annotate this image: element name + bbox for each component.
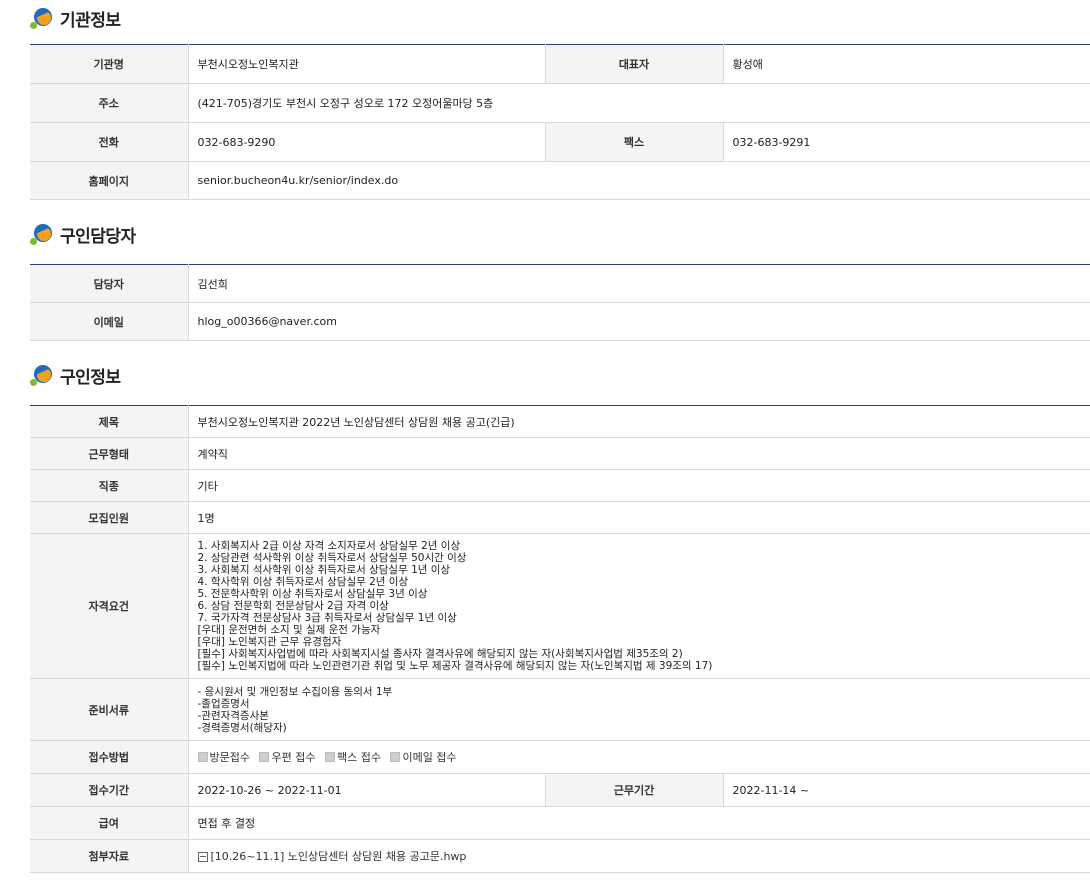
section-logo-icon bbox=[30, 222, 54, 246]
table-row: 준비서류 - 응시원서 및 개인정보 수집이용 동의서 1부 -졸업증명서 -관… bbox=[30, 678, 1090, 741]
requirement-item: 7. 국가자격 전문상담사 3급 취득자로서 상담실무 1년 이상 bbox=[197, 612, 457, 624]
docs-label: 준비서류 bbox=[30, 678, 189, 741]
table-row: 이메일 hlog_o00366@naver.com bbox=[30, 302, 1090, 341]
table-row: 담당자 김선희 bbox=[30, 264, 1090, 303]
section-logo-icon bbox=[30, 363, 54, 387]
org-info-table: 기관명 부천시오정노인복지관 대표자 황성애 주소 (421-705)경기도 부… bbox=[30, 44, 1090, 200]
rep-label: 대표자 bbox=[544, 44, 724, 84]
contact-info-table: 담당자 김선희 이메일 hlog_o00366@naver.com bbox=[30, 264, 1090, 341]
contact-person-label: 담당자 bbox=[30, 264, 189, 303]
table-row: 급여 면접 후 결정 bbox=[30, 806, 1090, 840]
file-icon bbox=[197, 852, 208, 862]
count-value: 1명 bbox=[188, 501, 1090, 534]
requirement-item: 2. 상담관련 석사학위 이상 취득자로서 상담실무 50시간 이상 bbox=[197, 552, 467, 564]
table-row: 홈페이지 senior.bucheon4u.kr/senior/index.do bbox=[30, 161, 1090, 200]
requirement-item: 4. 학사학위 이상 취득자로서 상담실무 2년 이상 bbox=[197, 576, 409, 588]
section-logo-icon bbox=[30, 6, 54, 30]
method-options: 방문접수 우편 접수 팩스 접수 이메일 접수 bbox=[188, 740, 1090, 774]
address-label: 주소 bbox=[30, 83, 189, 123]
attachment-label: 첨부자료 bbox=[30, 839, 189, 873]
salary-value: 면접 후 결정 bbox=[188, 806, 1090, 840]
attachment-link[interactable]: [10.26~11.1] 노인상담센터 상담원 채용 공고문.hwp bbox=[211, 850, 467, 863]
table-row: 근무형태 계약직 bbox=[30, 437, 1090, 470]
attachment-cell: [10.26~11.1] 노인상담센터 상담원 채용 공고문.hwp bbox=[188, 839, 1090, 873]
category-label: 직종 bbox=[30, 469, 189, 502]
subject-label: 제목 bbox=[30, 405, 189, 438]
count-label: 모집인원 bbox=[30, 501, 189, 534]
phone-label: 전화 bbox=[30, 122, 189, 162]
checkbox-icon bbox=[324, 752, 335, 762]
worktype-label: 근무형태 bbox=[30, 437, 189, 470]
doc-item: -졸업증명서 bbox=[197, 697, 250, 710]
section-header-job: 구인정보 bbox=[30, 357, 1090, 393]
subject-value: 부천시오정노인복지관 2022년 노인상담센터 상담원 채용 공고(긴급) bbox=[188, 405, 1090, 438]
doc-item: -관련자격증사본 bbox=[197, 709, 269, 722]
table-row: 모집인원 1명 bbox=[30, 501, 1090, 534]
doc-item: -경력증명서(해당자) bbox=[197, 721, 287, 734]
requirements-label: 자격요건 bbox=[30, 533, 189, 679]
requirement-item: [필수] 노인복지법에 따라 노인관련기관 취업 및 노무 제공자 결격사유에 … bbox=[197, 660, 713, 672]
worktype-value: 계약직 bbox=[188, 437, 1090, 470]
checkbox-icon bbox=[390, 752, 401, 762]
requirement-item: 5. 전문학사학위 이상 취득자로서 상담실무 3년 이상 bbox=[197, 588, 428, 600]
requirement-item: [우대] 운전면허 소지 및 실제 운전 가능자 bbox=[197, 624, 381, 636]
requirement-item: 3. 사회복지 석사학위 이상 취득자로서 상담실무 1년 이상 bbox=[197, 564, 451, 576]
method-fax: 팩스 접수 bbox=[324, 749, 381, 765]
table-row: 자격요건 1. 사회복지사 2급 이상 자격 소지자로서 상담실무 2년 이상 … bbox=[30, 533, 1090, 679]
checkbox-icon bbox=[197, 752, 208, 762]
method-label: 접수방법 bbox=[30, 740, 189, 774]
requirement-item: [필수] 사회복지사업법에 따라 사회복지시설 종사자 결격사유에 해당되지 않… bbox=[197, 648, 683, 660]
homepage-link[interactable]: senior.bucheon4u.kr/senior/index.do bbox=[188, 161, 1090, 200]
method-visit: 방문접수 bbox=[197, 749, 250, 765]
section-header-org: 기관정보 bbox=[30, 0, 1090, 36]
address-value: (421-705)경기도 부천시 오정구 성오로 172 오정어울마당 5층 bbox=[188, 83, 1090, 123]
org-name-label: 기관명 bbox=[30, 44, 189, 84]
job-info-table: 제목 부천시오정노인복지관 2022년 노인상담센터 상담원 채용 공고(긴급)… bbox=[30, 405, 1090, 873]
requirement-item: 6. 상담 전문학회 전문상담사 2급 자격 이상 bbox=[197, 600, 389, 612]
workperiod-value: 2022-11-14 ~ bbox=[723, 773, 1090, 807]
salary-label: 급여 bbox=[30, 806, 189, 840]
fax-label: 팩스 bbox=[544, 122, 724, 162]
section-title: 기관정보 bbox=[60, 10, 121, 31]
period-value: 2022-10-26 ~ 2022-11-01 bbox=[188, 773, 545, 807]
table-row: 접수방법 방문접수 우편 접수 팩스 접수 이메일 접수 bbox=[30, 740, 1090, 774]
requirements-list: 1. 사회복지사 2급 이상 자격 소지자로서 상담실무 2년 이상 2. 상담… bbox=[188, 533, 1090, 679]
rep-value: 황성애 bbox=[723, 44, 1090, 84]
section-title: 구인담당자 bbox=[60, 226, 136, 247]
org-name-value: 부천시오정노인복지관 bbox=[188, 44, 545, 84]
table-row: 직종 기타 bbox=[30, 469, 1090, 502]
doc-item: - 응시원서 및 개인정보 수집이용 동의서 1부 bbox=[197, 685, 393, 698]
email-value: hlog_o00366@naver.com bbox=[188, 302, 1090, 341]
email-label: 이메일 bbox=[30, 302, 189, 341]
contact-person-value: 김선희 bbox=[188, 264, 1090, 303]
fax-value: 032-683-9291 bbox=[723, 122, 1090, 162]
table-row: 제목 부천시오정노인복지관 2022년 노인상담센터 상담원 채용 공고(긴급) bbox=[30, 405, 1090, 438]
requirement-item: [우대] 노인복지관 근무 유경험자 bbox=[197, 636, 342, 648]
table-row: 접수기간 2022-10-26 ~ 2022-11-01 근무기간 2022-1… bbox=[30, 773, 1090, 807]
homepage-label: 홈페이지 bbox=[30, 161, 189, 200]
section-title: 구인정보 bbox=[60, 367, 121, 388]
method-mail: 우편 접수 bbox=[259, 749, 315, 765]
category-value: 기타 bbox=[188, 469, 1090, 502]
period-label: 접수기간 bbox=[30, 773, 189, 807]
table-row: 기관명 부천시오정노인복지관 대표자 황성애 bbox=[30, 44, 1090, 84]
phone-value: 032-683-9290 bbox=[188, 122, 545, 162]
table-row: 전화 032-683-9290 팩스 032-683-9291 bbox=[30, 122, 1090, 162]
table-row: 첨부자료 [10.26~11.1] 노인상담센터 상담원 채용 공고문.hwp bbox=[30, 839, 1090, 873]
requirement-item: 1. 사회복지사 2급 이상 자격 소지자로서 상담실무 2년 이상 bbox=[197, 540, 461, 552]
workperiod-label: 근무기간 bbox=[544, 773, 724, 807]
table-row: 주소 (421-705)경기도 부천시 오정구 성오로 172 오정어울마당 5… bbox=[30, 83, 1090, 123]
method-email: 이메일 접수 bbox=[390, 749, 457, 765]
checkbox-icon bbox=[259, 752, 270, 762]
docs-list: - 응시원서 및 개인정보 수집이용 동의서 1부 -졸업증명서 -관련자격증사… bbox=[188, 678, 1090, 741]
section-header-contact: 구인담당자 bbox=[30, 216, 1090, 252]
